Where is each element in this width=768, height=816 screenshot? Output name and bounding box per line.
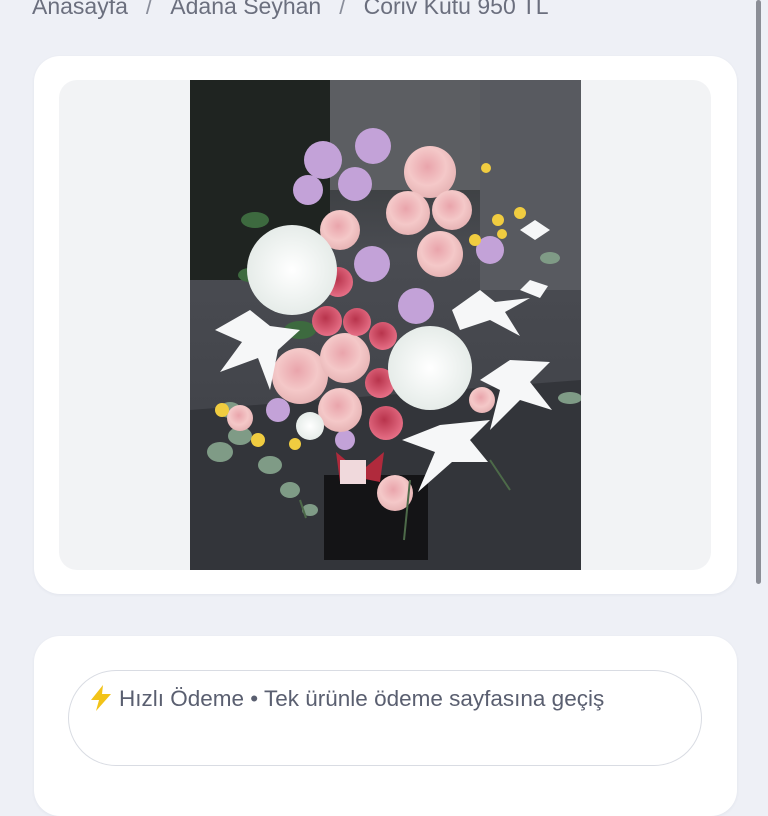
product-photo[interactable] xyxy=(190,80,581,570)
product-image-card xyxy=(34,56,737,594)
breadcrumb-home-link[interactable]: Anasayfa xyxy=(32,0,128,20)
quick-checkout-button[interactable]: Hızlı Ödeme • Tek ürünle ödeme sayfasına… xyxy=(68,670,702,766)
quick-checkout-card: Hızlı Ödeme • Tek ürünle ödeme sayfasına… xyxy=(34,636,737,816)
breadcrumb-separator: / xyxy=(145,0,153,19)
quick-checkout-label: Hızlı Ödeme • Tek ürünle ödeme sayfasına… xyxy=(119,686,605,711)
breadcrumb-current-product: Coriv Kutu 950 TL xyxy=(363,0,549,19)
product-gallery[interactable] xyxy=(59,80,711,570)
page-scrollbar[interactable] xyxy=(756,0,761,584)
breadcrumb-city-link[interactable]: Adana Seyhan xyxy=(170,0,321,20)
lightning-icon xyxy=(91,683,111,715)
flower-arrangement-image xyxy=(190,80,581,570)
breadcrumb: Anasayfa / Adana Seyhan / Coriv Kutu 950… xyxy=(32,0,549,24)
breadcrumb-separator: / xyxy=(339,0,346,19)
